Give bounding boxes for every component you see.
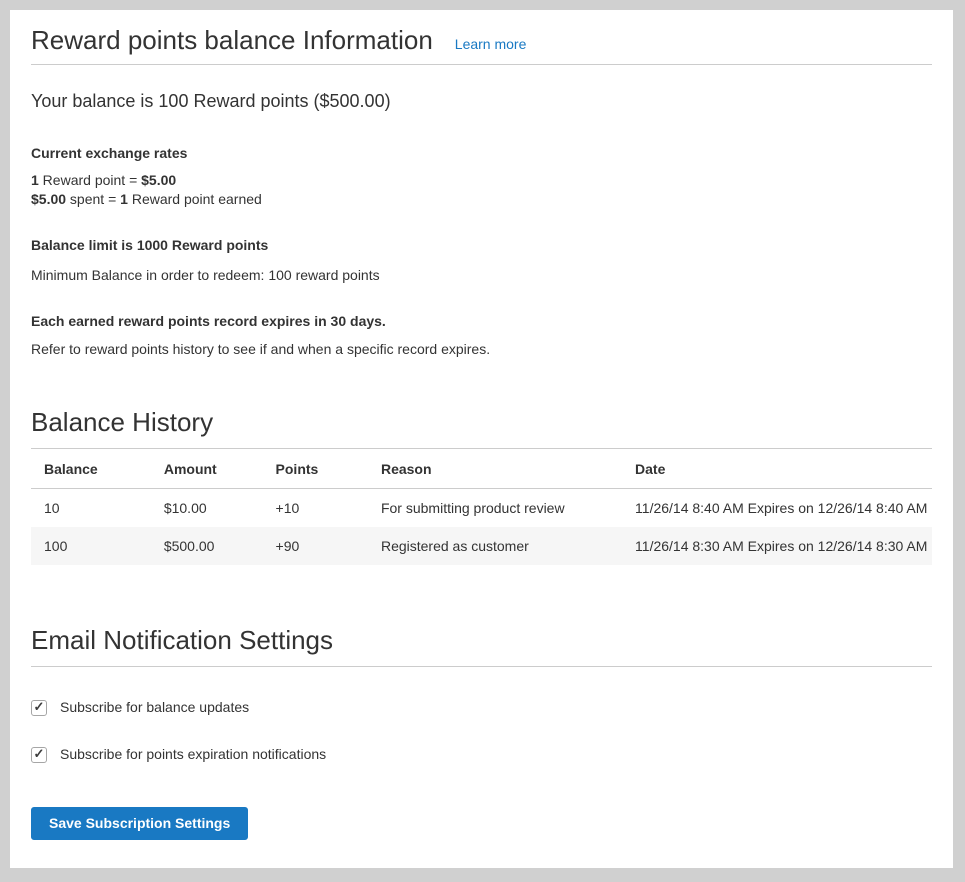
balance-summary: Your balance is 100 Reward points ($500.… — [31, 89, 932, 114]
balance-limit-heading: Balance limit is 1000 Reward points — [31, 236, 932, 255]
cell-amount: $10.00 — [151, 489, 263, 528]
column-header-balance: Balance — [31, 449, 151, 489]
column-header-points: Points — [263, 449, 368, 489]
exchange-rates-heading: Current exchange rates — [31, 144, 932, 163]
exchange-rate-lines: 1 Reward point = $5.00 $5.00 spent = 1 R… — [31, 171, 932, 209]
cell-points: +10 — [263, 489, 368, 528]
table-row: 10 $10.00 +10 For submitting product rev… — [31, 489, 932, 528]
minimum-balance-text: Minimum Balance in order to redeem: 100 … — [31, 266, 932, 285]
page-header: Reward points balance Information Learn … — [31, 24, 932, 65]
subscribe-balance-updates-label: Subscribe for balance updates — [60, 698, 249, 717]
table-row: 100 $500.00 +90 Registered as customer 1… — [31, 527, 932, 565]
rate-line-1: 1 Reward point = $5.00 — [31, 172, 176, 188]
cell-reason: Registered as customer — [368, 527, 622, 565]
expiration-heading: Each earned reward points record expires… — [31, 312, 932, 331]
subscribe-balance-updates-checkbox[interactable] — [31, 700, 47, 716]
cell-points: +90 — [263, 527, 368, 565]
subscribe-balance-updates-row: Subscribe for balance updates — [31, 698, 932, 717]
page-title: Reward points balance Information — [31, 24, 433, 56]
table-header-row: Balance Amount Points Reason Date — [31, 449, 932, 489]
subscribe-expiration-notifications-checkbox[interactable] — [31, 747, 47, 763]
cell-amount: $500.00 — [151, 527, 263, 565]
cell-date: 11/26/14 8:40 AM Expires on 12/26/14 8:4… — [622, 489, 932, 528]
column-header-amount: Amount — [151, 449, 263, 489]
column-header-reason: Reason — [368, 449, 622, 489]
cell-balance: 10 — [31, 489, 151, 528]
subscribe-expiration-notifications-label: Subscribe for points expiration notifica… — [60, 745, 326, 764]
email-settings-heading: Email Notification Settings — [31, 624, 932, 667]
cell-reason: For submitting product review — [368, 489, 622, 528]
reward-points-card: Reward points balance Information Learn … — [10, 10, 953, 868]
column-header-date: Date — [622, 449, 932, 489]
save-subscription-settings-button[interactable]: Save Subscription Settings — [31, 807, 248, 840]
learn-more-link[interactable]: Learn more — [455, 36, 527, 52]
expiration-note: Refer to reward points history to see if… — [31, 340, 932, 359]
rate-line-2: $5.00 spent = 1 Reward point earned — [31, 191, 262, 207]
cell-date: 11/26/14 8:30 AM Expires on 12/26/14 8:3… — [622, 527, 932, 565]
balance-history-table: Balance Amount Points Reason Date 10 $10… — [31, 449, 932, 565]
balance-history-heading: Balance History — [31, 406, 932, 449]
subscribe-expiration-notifications-row: Subscribe for points expiration notifica… — [31, 745, 932, 764]
cell-balance: 100 — [31, 527, 151, 565]
